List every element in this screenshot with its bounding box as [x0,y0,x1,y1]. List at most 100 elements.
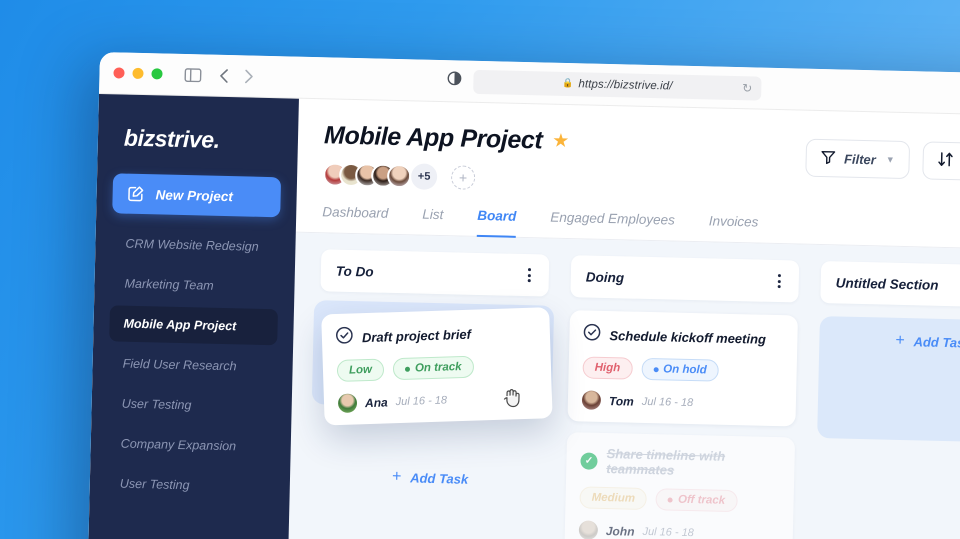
card-badges: Low On track [336,354,538,383]
avatar[interactable] [386,163,412,189]
tab-dashboard[interactable]: Dashboard [322,204,388,235]
close-window-button[interactable] [113,67,125,79]
column-header: Doing [570,255,800,303]
column-header: Untitled Section [820,261,960,309]
add-task-label: Add Task [410,469,469,487]
column-body: Schedule kickoff meeting High On hold To… [564,310,798,539]
sidebar-item-label: Company Expansion [120,436,237,454]
priority-badge[interactable]: Medium [579,486,648,511]
board-column-to-do: To Do Draft project brief Low On track A… [311,249,555,539]
sidebar-item-label: Field User Research [122,356,237,374]
column-title: Doing [585,269,625,285]
sidebar-item-field-user-research[interactable]: Field User Research [108,345,277,385]
avatar[interactable] [581,390,602,410]
add-task-button[interactable]: + Add Task [895,332,960,352]
tab-label: Engaged Employees [550,209,676,228]
reload-icon[interactable]: ↻ [742,81,752,95]
minimize-window-button[interactable] [132,67,144,80]
complete-task-icon[interactable] [336,326,354,349]
member-avatars: +5 + [322,161,569,193]
forward-button[interactable] [244,69,253,83]
priority-badge[interactable]: High [582,356,633,380]
back-button[interactable] [219,68,228,83]
app-logo: bizstrive. [123,124,220,153]
status-badge[interactable]: On track [392,355,474,381]
card-footer: John Jul 16 - 18 [578,520,779,539]
sidebar-item-label: User Testing [121,396,192,413]
card-header: Schedule kickoff meeting [583,323,783,350]
task-card[interactable]: Schedule kickoff meeting High On hold To… [567,310,798,427]
tab-board[interactable]: Board [476,207,517,238]
tab-list[interactable]: List [422,207,443,236]
title-row: Mobile App Project ★ [324,121,570,156]
mouse-cursor-grabbing-icon [502,387,523,409]
status-badge[interactable]: Off track [655,488,738,513]
kebab-menu-icon[interactable] [775,272,784,290]
sidebar-item-user-testing-2[interactable]: User Testing [105,465,274,505]
browser-window: 🔒 https://bizstrive.id/ ↻ bizstrive. New… [84,52,960,539]
card-title: Draft project brief [361,326,472,345]
card-title: Schedule kickoff meeting [609,327,767,347]
browser-window-wrapper: 🔒 https://bizstrive.id/ ↻ bizstrive. New… [84,52,960,539]
reader-contrast-icon[interactable] [447,71,462,90]
window-controls[interactable] [113,67,163,80]
sidebar-item-crm-website-redesign[interactable]: CRM Website Redesign [111,225,280,265]
page-header-left: Mobile App Project ★ +5 + [322,121,570,193]
sort-arrows-icon [938,152,954,170]
priority-badge[interactable]: Low [336,358,385,383]
filter-button[interactable]: Filter ▼ [805,138,911,180]
sidebar-item-marketing-team[interactable]: Marketing Team [110,265,279,305]
edit-square-icon [126,185,144,203]
sidebar-item-mobile-app-project[interactable]: Mobile App Project [109,305,278,346]
status-badge-label: Off track [677,493,726,507]
complete-task-icon[interactable] [583,323,601,345]
plus-icon: + [391,467,402,486]
status-badge[interactable]: On hold [640,357,719,382]
page-header: Mobile App Project ★ +5 + Filter ▼ [297,99,960,206]
card-footer: Tom Jul 16 - 18 [581,390,782,414]
page-title: Mobile App Project [323,121,543,155]
task-completed-icon[interactable]: ✓ [580,451,598,470]
sidebar-item-company-expansion[interactable]: Company Expansion [106,425,275,465]
tab-engaged-employees[interactable]: Engaged Employees [550,210,675,242]
address-bar[interactable]: 🔒 https://bizstrive.id/ ↻ [473,69,762,101]
header-actions: Filter ▼ Sort [805,138,960,183]
assignee-name: John [605,523,635,539]
sidebar: bizstrive. New Project CRM Website Redes… [84,93,299,539]
due-date: Jul 16 - 18 [641,395,694,409]
drop-zone[interactable]: + Add Task [817,316,960,444]
main-content: Mobile App Project ★ +5 + Filter ▼ Dashb… [284,98,960,539]
chevron-down-icon: ▼ [885,154,895,165]
status-badge-label: On track [414,361,462,375]
sort-button[interactable]: Sort ▼ [922,141,960,182]
browser-nav-arrows[interactable] [219,68,253,83]
star-icon[interactable]: ★ [552,130,570,153]
new-project-button[interactable]: New Project [112,173,282,218]
task-card[interactable]: ✓ Share timeline with teammates Medium O… [564,432,796,539]
sidebar-nav: CRM Website Redesign Marketing Team Mobi… [105,225,279,505]
due-date: Jul 16 - 18 [642,525,695,539]
filter-label: Filter [843,151,877,167]
tab-label: Board [477,207,517,224]
assignee-name: Ana [364,394,388,410]
new-project-label: New Project [155,186,234,204]
add-task-button[interactable]: + Add Task [316,454,545,501]
kebab-menu-icon[interactable] [525,266,534,284]
board-column-doing: Doing Schedule kickoff meeting High On h… [561,255,800,539]
avatar[interactable] [337,393,358,414]
column-header: To Do [320,249,550,297]
status-dot [668,497,674,503]
card-badges: Medium Off track [579,486,779,513]
maximize-window-button[interactable] [151,68,163,80]
sidebar-item-label: Mobile App Project [123,316,237,334]
members-overflow-badge[interactable]: +5 [410,163,438,190]
address-bar-zone: 🔒 https://bizstrive.id/ ↻ [447,69,762,101]
plus-icon: + [895,331,905,350]
avatar[interactable] [578,520,599,539]
tab-invoices[interactable]: Invoices [708,213,759,243]
sidebar-toggle-icon[interactable] [184,67,202,82]
sidebar-item-user-testing[interactable]: User Testing [107,385,276,425]
add-member-button[interactable]: + [450,165,476,190]
board-column-untitled-section: Untitled Section + Add Task [811,261,960,539]
column-body: + Add Task [817,316,960,444]
